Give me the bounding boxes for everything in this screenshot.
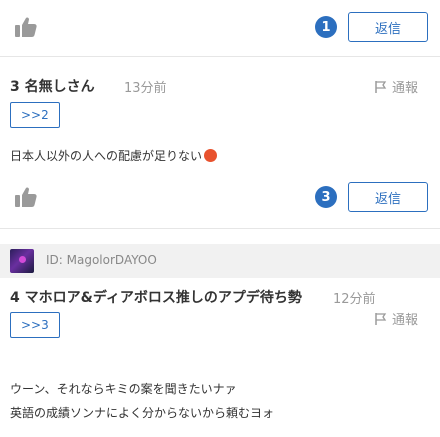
avatar[interactable] — [10, 249, 34, 273]
poster-name: 4 マホロア&ディアボロス推しのアプデ待ち勢 — [10, 290, 302, 306]
anchor-link[interactable]: >>2 — [10, 102, 60, 128]
angry-face-icon — [204, 149, 218, 162]
report-link[interactable]: 通報 — [374, 77, 418, 96]
divider — [0, 228, 440, 229]
user-id-bar: ID: MagolorDAYOO — [0, 244, 440, 278]
thumbs-up-icon[interactable] — [14, 16, 38, 38]
reply-button[interactable]: 返信 — [348, 12, 428, 42]
poster-name: 3 名無しさん — [10, 79, 95, 95]
post-body-line: ウーン、それならキミの案を聞きたいナァ — [10, 382, 237, 396]
report-label: 通報 — [392, 313, 419, 328]
reply-count-badge: 1 — [315, 16, 337, 38]
post-body: 日本人以外の人への配慮が足りない — [10, 147, 218, 164]
flag-icon — [375, 80, 387, 93]
divider — [0, 56, 440, 57]
anchor-link[interactable]: >>3 — [10, 312, 60, 338]
flag-icon — [375, 312, 387, 325]
post-time: 13分前 — [124, 81, 167, 96]
reply-button[interactable]: 返信 — [348, 182, 428, 212]
post-time: 12分前 — [333, 292, 376, 307]
post-body-line: 英語の成績ソンナによく分からないから頼むヨォ — [10, 406, 275, 420]
thumbs-up-icon[interactable] — [14, 186, 38, 208]
report-label: 通報 — [392, 81, 419, 96]
report-link[interactable]: 通報 — [374, 309, 418, 328]
post-body-text: 日本人以外の人への配慮が足りない — [10, 149, 203, 163]
reply-count-badge: 3 — [315, 186, 337, 208]
user-id: ID: MagolorDAYOO — [46, 253, 157, 267]
